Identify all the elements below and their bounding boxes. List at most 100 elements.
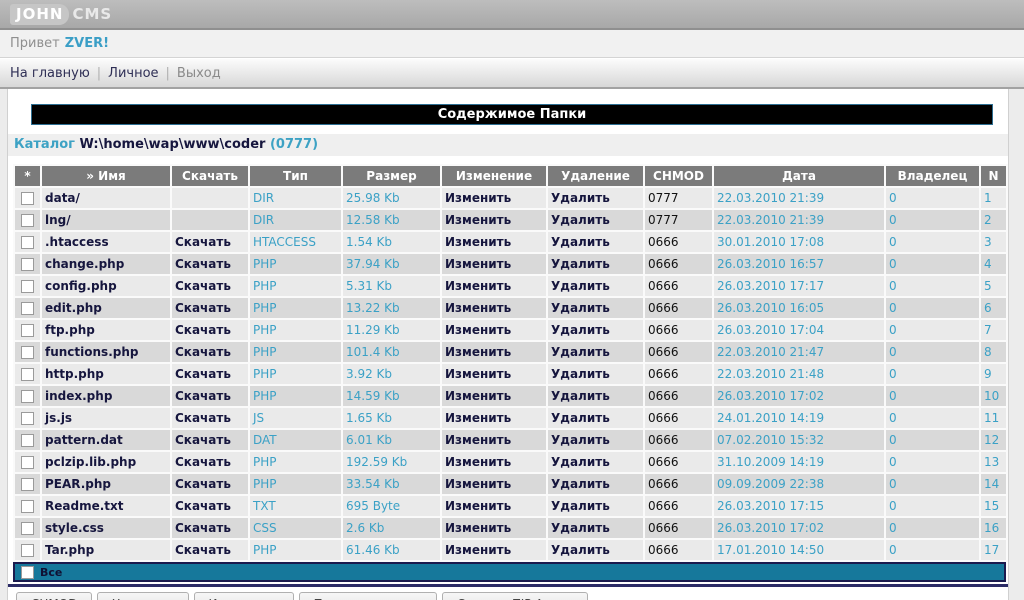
download-link[interactable]: Скачать xyxy=(175,521,231,535)
row-checkbox[interactable] xyxy=(21,522,34,535)
delete-link[interactable]: Удалить xyxy=(551,411,610,425)
row-checkbox[interactable] xyxy=(21,368,34,381)
edit-link[interactable]: Изменить xyxy=(445,279,511,293)
row-checkbox[interactable] xyxy=(21,214,34,227)
file-name-link[interactable]: style.css xyxy=(45,521,104,535)
file-name-link[interactable]: .htaccess xyxy=(45,235,109,249)
download-link[interactable]: Скачать xyxy=(175,323,231,337)
file-date-link: 09.09.2009 22:38 xyxy=(717,477,824,491)
delete-link[interactable]: Удалить xyxy=(551,191,610,205)
download-link[interactable]: Скачать xyxy=(175,367,231,381)
file-name-link[interactable]: Tar.php xyxy=(45,543,94,557)
edit-link[interactable]: Изменить xyxy=(445,323,511,337)
edit-link[interactable]: Изменить xyxy=(445,191,511,205)
chmod-value: 0666 xyxy=(644,495,713,517)
edit-link[interactable]: Изменить xyxy=(445,235,511,249)
nav-item-2[interactable]: Выход xyxy=(177,66,221,81)
download-link[interactable]: Скачать xyxy=(175,411,231,425)
file-name-link[interactable]: js.js xyxy=(45,411,72,425)
action-button-2[interactable]: Изменение xyxy=(194,592,294,600)
row-checkbox[interactable] xyxy=(21,500,34,513)
row-checkbox[interactable] xyxy=(21,324,34,337)
file-name-link[interactable]: http.php xyxy=(45,367,104,381)
edit-link[interactable]: Изменить xyxy=(445,411,511,425)
file-name-link[interactable]: change.php xyxy=(45,257,124,271)
edit-link[interactable]: Изменить xyxy=(445,213,511,227)
file-date-link: 24.01.2010 14:19 xyxy=(717,411,824,425)
delete-link[interactable]: Удалить xyxy=(551,389,610,403)
file-name-link[interactable]: data/ xyxy=(45,191,80,205)
download-link[interactable]: Скачать xyxy=(175,235,231,249)
action-button-3[interactable]: Переименование xyxy=(299,592,437,600)
column-header: Удаление xyxy=(547,165,644,187)
row-checkbox[interactable] xyxy=(21,346,34,359)
edit-link[interactable]: Изменить xyxy=(445,345,511,359)
download-link[interactable]: Скачать xyxy=(175,257,231,271)
edit-link[interactable]: Изменить xyxy=(445,389,511,403)
delete-link[interactable]: Удалить xyxy=(551,521,610,535)
download-link[interactable]: Скачать xyxy=(175,543,231,557)
row-checkbox[interactable] xyxy=(21,478,34,491)
file-name-link[interactable]: pclzip.lib.php xyxy=(45,455,136,469)
row-checkbox[interactable] xyxy=(21,390,34,403)
delete-link[interactable]: Удалить xyxy=(551,213,610,227)
row-checkbox[interactable] xyxy=(21,258,34,271)
row-checkbox[interactable] xyxy=(21,456,34,469)
delete-link[interactable]: Удалить xyxy=(551,323,610,337)
select-all-checkbox[interactable] xyxy=(21,566,34,579)
edit-link[interactable]: Изменить xyxy=(445,477,511,491)
delete-link[interactable]: Удалить xyxy=(551,301,610,315)
edit-link[interactable]: Изменить xyxy=(445,257,511,271)
download-link[interactable]: Скачать xyxy=(175,389,231,403)
edit-link[interactable]: Изменить xyxy=(445,521,511,535)
download-link[interactable]: Скачать xyxy=(175,455,231,469)
download-link[interactable]: Скачать xyxy=(175,433,231,447)
column-header: Изменение xyxy=(441,165,547,187)
file-name-link[interactable]: config.php xyxy=(45,279,117,293)
file-name-link[interactable]: PEAR.php xyxy=(45,477,111,491)
username-link[interactable]: ZVER! xyxy=(65,36,109,51)
action-button-4[interactable]: Создать ZIP Архив xyxy=(442,592,588,600)
delete-link[interactable]: Удалить xyxy=(551,235,610,249)
file-name-link[interactable]: functions.php xyxy=(45,345,138,359)
action-button-0[interactable]: CHMOD xyxy=(16,592,92,600)
owner-link: 0 xyxy=(889,257,897,271)
row-checkbox[interactable] xyxy=(21,544,34,557)
row-checkbox[interactable] xyxy=(21,236,34,249)
nav-item-0[interactable]: На главную xyxy=(10,66,90,81)
edit-link[interactable]: Изменить xyxy=(445,367,511,381)
row-checkbox[interactable] xyxy=(21,192,34,205)
row-checkbox[interactable] xyxy=(21,280,34,293)
chmod-value: 0666 xyxy=(644,253,713,275)
file-name-link[interactable]: pattern.dat xyxy=(45,433,123,447)
file-name-link[interactable]: index.php xyxy=(45,389,112,403)
delete-link[interactable]: Удалить xyxy=(551,257,610,271)
download-link[interactable]: Скачать xyxy=(175,477,231,491)
row-checkbox[interactable] xyxy=(21,434,34,447)
file-name-link[interactable]: Readme.txt xyxy=(45,499,123,513)
delete-link[interactable]: Удалить xyxy=(551,433,610,447)
delete-link[interactable]: Удалить xyxy=(551,367,610,381)
edit-link[interactable]: Изменить xyxy=(445,301,511,315)
row-checkbox[interactable] xyxy=(21,412,34,425)
edit-link[interactable]: Изменить xyxy=(445,455,511,469)
download-link[interactable]: Скачать xyxy=(175,499,231,513)
edit-link[interactable]: Изменить xyxy=(445,543,511,557)
row-checkbox[interactable] xyxy=(21,302,34,315)
delete-link[interactable]: Удалить xyxy=(551,279,610,293)
edit-link[interactable]: Изменить xyxy=(445,433,511,447)
file-name-link[interactable]: lng/ xyxy=(45,213,71,227)
delete-link[interactable]: Удалить xyxy=(551,345,610,359)
download-link[interactable]: Скачать xyxy=(175,279,231,293)
edit-link[interactable]: Изменить xyxy=(445,499,511,513)
delete-link[interactable]: Удалить xyxy=(551,499,610,513)
download-link[interactable]: Скачать xyxy=(175,345,231,359)
file-name-link[interactable]: edit.php xyxy=(45,301,102,315)
delete-link[interactable]: Удалить xyxy=(551,455,610,469)
file-name-link[interactable]: ftp.php xyxy=(45,323,95,337)
delete-link[interactable]: Удалить xyxy=(551,477,610,491)
nav-item-1[interactable]: Личное xyxy=(108,66,158,81)
action-button-1[interactable]: Удаление xyxy=(97,592,188,600)
delete-link[interactable]: Удалить xyxy=(551,543,610,557)
download-link[interactable]: Скачать xyxy=(175,301,231,315)
